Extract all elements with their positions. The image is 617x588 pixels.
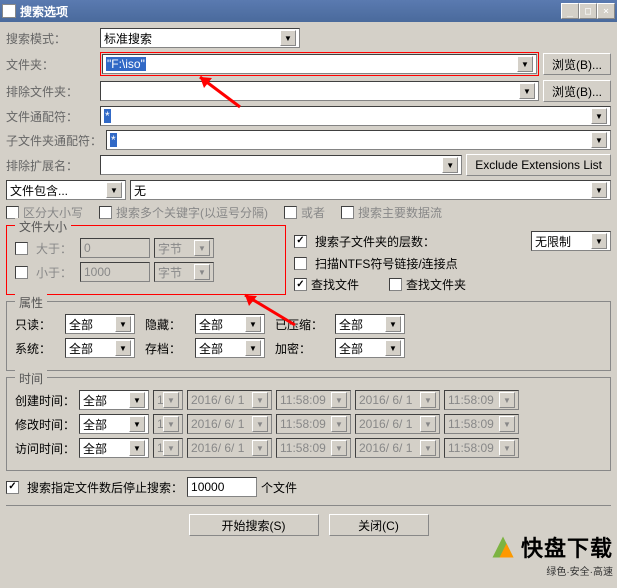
main-stream-checkbox[interactable]: 搜索主要数据流 <box>341 204 442 221</box>
exclude-ext-input[interactable]: ▼ <box>100 155 462 175</box>
search-mode-label: 搜索模式： <box>6 30 96 47</box>
less-value-input: 1000 <box>80 262 150 282</box>
less-unit-select: 字节▼ <box>154 262 214 282</box>
close-dialog-button[interactable]: 关闭(C) <box>329 514 429 536</box>
archive-select[interactable]: 全部▼ <box>195 338 265 358</box>
mtime-time1: 11:58:09▼ <box>276 414 351 434</box>
atime-mode[interactable]: 全部▼ <box>79 438 149 458</box>
atime-date1: 2016/ 6/ 1▼ <box>187 438 272 458</box>
exclude-folder-label: 排除文件夹： <box>6 83 96 100</box>
maximize-button[interactable]: □ <box>579 3 597 19</box>
stop-count-input[interactable]: 10000 <box>187 477 257 497</box>
contains-value-select[interactable]: 无 ▼ <box>130 180 611 200</box>
greater-checkbox[interactable] <box>15 242 28 255</box>
hidden-select[interactable]: 全部▼ <box>195 314 265 334</box>
chevron-down-icon: ▼ <box>280 30 296 46</box>
ctime-n: 1▼ <box>153 390 183 410</box>
mtime-mode[interactable]: 全部▼ <box>79 414 149 434</box>
ctime-time1: 11:58:09▼ <box>276 390 351 410</box>
start-search-button[interactable]: 开始搜索(S) <box>189 514 319 536</box>
greater-value-input: 0 <box>80 238 150 258</box>
atime-date2: 2016/ 6/ 1▼ <box>355 438 440 458</box>
mtime-time2: 11:58:09▼ <box>444 414 519 434</box>
greater-unit-select: 字节▼ <box>154 238 214 258</box>
ctime-date2: 2016/ 6/ 1▼ <box>355 390 440 410</box>
mtime-n: 1▼ <box>153 414 183 434</box>
ctime-mode[interactable]: 全部▼ <box>79 390 149 410</box>
readonly-select[interactable]: 全部▼ <box>65 314 135 334</box>
browse-exclude-button[interactable]: 浏览(B)... <box>543 80 611 102</box>
ctime-time2: 11:58:09▼ <box>444 390 519 410</box>
atime-time2: 11:58:09▼ <box>444 438 519 458</box>
exclude-folder-input[interactable]: ▼ <box>100 81 539 101</box>
encrypted-select[interactable]: 全部▼ <box>335 338 405 358</box>
atime-n: 1▼ <box>153 438 183 458</box>
search-mode-select[interactable]: 标准搜索 ▼ <box>100 28 300 48</box>
close-button[interactable]: × <box>597 3 615 19</box>
file-contains-select[interactable]: 文件包含... ▼ <box>6 180 126 200</box>
app-icon <box>2 4 16 18</box>
atime-time1: 11:58:09▼ <box>276 438 351 458</box>
window-title: 搜索选项 <box>20 3 561 20</box>
file-wildcard-input[interactable]: * ▼ <box>100 106 611 126</box>
or-checkbox[interactable]: 或者 <box>284 204 325 221</box>
ctime-date1: 2016/ 6/ 1▼ <box>187 390 272 410</box>
time-group-title: 时间 <box>15 370 47 387</box>
chevron-down-icon: ▼ <box>106 182 122 198</box>
exclude-ext-label: 排除扩展名： <box>6 157 96 174</box>
mtime-date1: 2016/ 6/ 1▼ <box>187 414 272 434</box>
folder-label: 文件夹： <box>6 56 96 73</box>
stop-after-checkbox[interactable] <box>6 481 19 494</box>
attributes-group-title: 属性 <box>15 294 47 311</box>
mtime-date2: 2016/ 6/ 1▼ <box>355 414 440 434</box>
subfolder-wildcard-input[interactable]: * ▼ <box>106 130 611 150</box>
browse-folder-button[interactable]: 浏览(B)... <box>543 53 611 75</box>
multi-keyword-checkbox[interactable]: 搜索多个关键字(以逗号分隔) <box>99 204 268 221</box>
chevron-down-icon: ▼ <box>519 83 535 99</box>
search-depth-checkbox[interactable] <box>294 235 307 248</box>
exclude-ext-list-button[interactable]: Exclude Extensions List <box>466 154 611 176</box>
file-size-group-title: 文件大小 <box>15 218 71 235</box>
find-folders-checkbox[interactable]: 查找文件夹 <box>389 276 466 293</box>
depth-select[interactable]: 无限制▼ <box>531 231 611 251</box>
subfolder-wildcard-label: 子文件夹通配符： <box>6 132 102 149</box>
chevron-down-icon: ▼ <box>591 108 607 124</box>
compressed-select[interactable]: 全部▼ <box>335 314 405 334</box>
chevron-down-icon: ▼ <box>591 182 607 198</box>
chevron-down-icon: ▼ <box>591 132 607 148</box>
scan-ntfs-checkbox[interactable] <box>294 257 307 270</box>
folder-input[interactable]: "F:\iso" ▼ <box>102 54 537 74</box>
chevron-down-icon: ▼ <box>442 157 458 173</box>
less-checkbox[interactable] <box>15 266 28 279</box>
minimize-button[interactable]: _ <box>561 3 579 19</box>
find-files-checkbox[interactable]: 查找文件 <box>294 276 359 293</box>
chevron-down-icon: ▼ <box>517 56 533 72</box>
system-select[interactable]: 全部▼ <box>65 338 135 358</box>
file-wildcard-label: 文件通配符： <box>6 108 96 125</box>
